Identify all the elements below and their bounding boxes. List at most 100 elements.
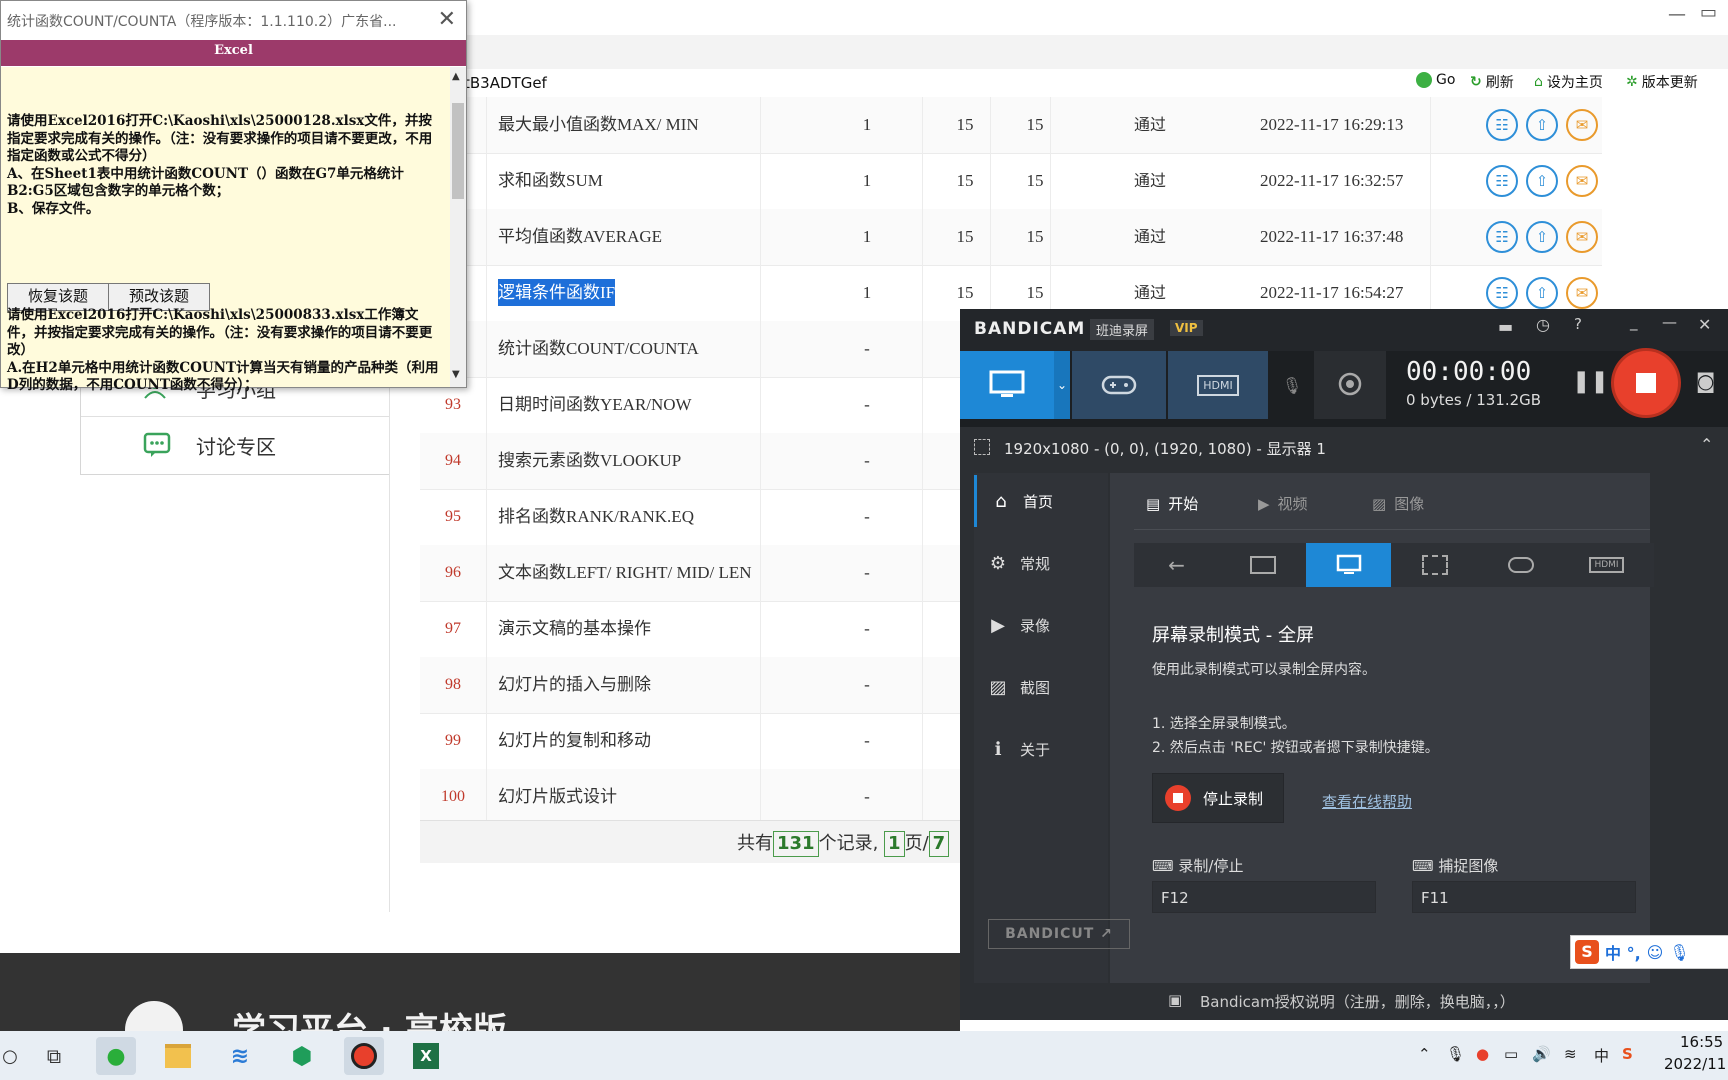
- exercise-name[interactable]: 幻灯片的插入与删除: [498, 657, 651, 713]
- pause-icon[interactable]: ❚❚: [1572, 369, 1609, 394]
- game-mode-button[interactable]: [1072, 351, 1166, 419]
- emoji-icon[interactable]: ☺: [1647, 943, 1664, 962]
- region-mode-button[interactable]: [1392, 543, 1477, 587]
- maximize-icon[interactable]: —: [1662, 313, 1677, 331]
- hdmi-mode-tab[interactable]: HDMI: [1564, 543, 1649, 587]
- rect-mode-button[interactable]: [1220, 543, 1305, 587]
- exercise-name[interactable]: 统计函数COUNT/COUNTA: [498, 321, 699, 377]
- record-tray-icon[interactable]: ●: [1476, 1045, 1489, 1063]
- upload-icon[interactable]: ⇧: [1526, 221, 1558, 253]
- exercise-name[interactable]: 幻灯片的复制和移动: [498, 713, 651, 769]
- set-homepage-link[interactable]: ⌂ 设为主页: [1534, 72, 1603, 92]
- mail-icon[interactable]: ✉: [1566, 165, 1598, 197]
- nav-item-2[interactable]: ▶ 录像: [974, 599, 1108, 651]
- exercise-name[interactable]: 求和函数SUM: [498, 153, 603, 209]
- hdmi-mode-button[interactable]: HDMI: [1168, 351, 1268, 419]
- current-page[interactable]: 1: [884, 831, 905, 857]
- hex-app-icon[interactable]: ⬢: [282, 1037, 322, 1075]
- upload-icon[interactable]: ⇧: [1526, 165, 1558, 197]
- status-text: 通过: [1133, 227, 1166, 246]
- wifi-icon[interactable]: ≋: [1564, 1045, 1577, 1063]
- mail-icon[interactable]: ✉: [1566, 221, 1598, 253]
- input-language[interactable]: 中: [1594, 1045, 1609, 1066]
- record-icon[interactable]: ☷: [1486, 277, 1518, 309]
- dialog-scrollbar[interactable]: ▲ ▼: [450, 67, 466, 387]
- record-icon[interactable]: ☷: [1486, 221, 1518, 253]
- nav-item-4[interactable]: ℹ 关于: [974, 723, 1108, 775]
- vip-badge[interactable]: VIP: [1170, 320, 1203, 336]
- upload-icon[interactable]: ⇧: [1526, 277, 1558, 309]
- record-icon[interactable]: ☷: [1486, 109, 1518, 141]
- microphone-icon[interactable]: 🎙: [1274, 351, 1310, 419]
- nav-item-3[interactable]: ▨ 截图: [974, 661, 1108, 713]
- file-explorer-icon[interactable]: [158, 1037, 198, 1075]
- screen-mode-button[interactable]: [960, 351, 1054, 419]
- exercise-name[interactable]: 日期时间函数YEAR/NOW: [498, 377, 692, 433]
- go-link[interactable]: Go: [1416, 72, 1455, 88]
- battery-icon[interactable]: ▭: [1504, 1045, 1518, 1063]
- exercise-name[interactable]: 逻辑条件函数IF: [498, 265, 616, 321]
- fullscreen-mode-button[interactable]: [1306, 543, 1391, 587]
- tab-image[interactable]: ▨ 图像: [1372, 493, 1424, 514]
- clock-icon[interactable]: ◷: [1536, 315, 1550, 334]
- collapse-icon[interactable]: ⌃: [1700, 435, 1713, 454]
- exercise-name[interactable]: 排名函数RANK/RANK.EQ: [498, 489, 694, 545]
- bandicut-button[interactable]: BANDICUT ↗: [988, 919, 1130, 949]
- ime-mode[interactable]: 中 °,: [1605, 940, 1641, 964]
- sogou-tray-icon[interactable]: S: [1622, 1045, 1633, 1063]
- exercise-name[interactable]: 幻灯片版式设计: [498, 769, 617, 825]
- refresh-link[interactable]: ↻ 刷新: [1470, 72, 1514, 92]
- tab-video[interactable]: ▶ 视频: [1258, 493, 1308, 514]
- mic-tray-icon[interactable]: 🎙: [1446, 1045, 1465, 1063]
- folder-icon[interactable]: ▬: [1498, 317, 1513, 336]
- minimize-icon[interactable]: —: [1668, 4, 1686, 25]
- exercise-name[interactable]: 文本函数LEFT/ RIGHT/ MID/ LEN: [498, 545, 752, 601]
- record-icon[interactable]: ☷: [1486, 165, 1518, 197]
- mail-icon[interactable]: ✉: [1566, 277, 1598, 309]
- hotkey-capture-field[interactable]: F11: [1412, 881, 1636, 913]
- stop-record-button[interactable]: 停止录制: [1152, 773, 1284, 823]
- scroll-thumb[interactable]: [452, 103, 464, 199]
- mic-icon[interactable]: 🎙: [1669, 943, 1689, 962]
- sidebar-item-forum[interactable]: 讨论专区: [81, 417, 389, 473]
- column-divider: [1050, 97, 1051, 153]
- ime-toolbar[interactable]: S 中 °, ☺ 🎙: [1570, 935, 1728, 969]
- clock-time[interactable]: 16:55: [1680, 1033, 1723, 1051]
- help-icon[interactable]: ?: [1574, 315, 1582, 333]
- exercise-name[interactable]: 搜索元素函数VLOOKUP: [498, 433, 681, 489]
- back-mode-button[interactable]: ←: [1134, 543, 1219, 587]
- clock-date[interactable]: 2022/11: [1664, 1055, 1726, 1073]
- nav-item-1[interactable]: ⚙ 常规: [974, 537, 1108, 589]
- license-notice[interactable]: Bandicam授权说明（注册，删除，换电脑，，）: [1200, 991, 1515, 1012]
- task-view-icon[interactable]: ⧉: [34, 1037, 74, 1075]
- webcam-button[interactable]: [1314, 351, 1386, 419]
- excel-icon[interactable]: X: [406, 1037, 446, 1075]
- close-icon[interactable]: ✕: [1698, 315, 1711, 334]
- hotkey-record-field[interactable]: F12: [1152, 881, 1376, 913]
- update-link[interactable]: ✲ 版本更新: [1626, 72, 1698, 92]
- camera-icon[interactable]: ◙: [1696, 369, 1715, 393]
- tab-start[interactable]: ▤ 开始: [1146, 493, 1198, 514]
- scroll-down-icon[interactable]: ▼: [452, 369, 460, 380]
- app-icon[interactable]: ≋: [220, 1037, 260, 1075]
- close-icon[interactable]: ✕: [438, 7, 456, 32]
- chevron-up-icon[interactable]: ⌃: [1418, 1045, 1431, 1063]
- chevron-down-icon[interactable]: ⌄: [1054, 351, 1070, 419]
- exercise-name[interactable]: 演示文稿的基本操作: [498, 601, 651, 657]
- exercise-name[interactable]: 平均值函数AVERAGE: [498, 209, 662, 265]
- mail-icon[interactable]: ✉: [1566, 109, 1598, 141]
- upload-icon[interactable]: ⇧: [1526, 109, 1558, 141]
- volume-icon[interactable]: 🔊: [1532, 1045, 1551, 1063]
- exercise-name[interactable]: 最大最小值函数MAX/ MIN: [498, 97, 699, 153]
- rec-stop-button[interactable]: [1614, 351, 1678, 415]
- scroll-up-icon[interactable]: ▲: [452, 71, 460, 82]
- minimize-icon[interactable]: _: [1630, 313, 1638, 331]
- game-mode-tab[interactable]: [1478, 543, 1563, 587]
- bandicam-taskbar-icon[interactable]: [344, 1037, 384, 1075]
- nav-item-0[interactable]: ⌂ 首页: [974, 475, 1111, 527]
- search-icon[interactable]: ○: [0, 1037, 30, 1075]
- online-help-link[interactable]: 查看在线帮助: [1322, 791, 1412, 812]
- wechat-icon[interactable]: ●: [96, 1037, 136, 1075]
- capture-area-bar[interactable]: 1920x1080 - (0, 0), (1920, 1080) - 显示器 1…: [960, 427, 1728, 471]
- maximize-icon[interactable]: ▭: [1700, 2, 1717, 23]
